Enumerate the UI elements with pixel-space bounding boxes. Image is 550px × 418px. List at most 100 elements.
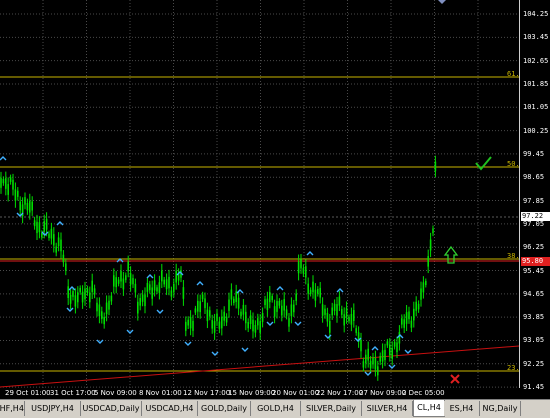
candle-body [129, 273, 132, 285]
candle-body [127, 261, 129, 272]
candle-body [2, 178, 5, 184]
chart-tab[interactable]: SILVER,Daily [301, 401, 362, 416]
candle-body [24, 197, 26, 205]
candle-body [307, 283, 309, 294]
candle-body [336, 304, 338, 316]
candle-body [122, 278, 125, 290]
price-tick-label: 93.05 [523, 336, 545, 345]
candle-body [324, 308, 326, 315]
chart-tab[interactable]: NG,Daily [480, 401, 521, 416]
candle-body [252, 319, 254, 332]
price-tick-label: 103.45 [523, 33, 549, 42]
time-axis-label: 15 Nov 09:00 [228, 389, 276, 397]
candle-body [266, 298, 269, 310]
candle-body [353, 310, 355, 321]
candle-body [93, 288, 96, 295]
price-tick-label: 100.25 [523, 126, 549, 135]
candle-body [60, 239, 62, 252]
candle-body [321, 304, 324, 316]
candle-body [79, 287, 81, 293]
price-chart[interactable] [0, 0, 519, 388]
candle-body [283, 299, 285, 311]
fractal-up-marker [0, 156, 7, 161]
candle-body [420, 288, 422, 300]
price-axis[interactable]: 104.25 103.45 102.65 101.85 101.05 100.25 99.4… [519, 0, 550, 392]
candle-body [429, 239, 432, 251]
candle-body [41, 232, 43, 238]
candle-body [295, 293, 297, 301]
fractal-up-marker [306, 251, 314, 256]
candle-body [389, 344, 391, 356]
chart-tab[interactable]: ES,H4 [444, 401, 480, 416]
fib-label-23-6: 23.6 [507, 364, 519, 372]
candle-body [139, 298, 141, 306]
chart-area[interactable]: 61.8 50.0 38.2 23.6 [0, 0, 519, 388]
time-axis-label: 20 Nov 01:00 [272, 389, 320, 397]
time-axis-label: 22 Nov 17:00 [316, 389, 364, 397]
candle-body [276, 301, 278, 312]
fib-label-38-2: 38.2 [507, 252, 519, 260]
time-axis-label: 8 Nov 01:00 [139, 389, 182, 397]
candle-body [158, 282, 161, 293]
candle-body [115, 277, 117, 288]
candle-body [163, 279, 165, 285]
candle-body [384, 349, 386, 360]
candle-body [305, 266, 307, 278]
candle-body [345, 307, 348, 318]
price-tick-label: 104.25 [523, 10, 549, 18]
candle-body [113, 275, 115, 287]
price-tick-label: 97.05 [523, 219, 545, 228]
candle-body [149, 284, 151, 291]
fractal-up-marker [371, 346, 379, 351]
candle-body [259, 321, 261, 333]
candle-body [369, 360, 372, 369]
candle-body [69, 294, 72, 304]
candle-body [14, 189, 17, 201]
candle-body [225, 316, 228, 323]
candle-body [7, 184, 9, 195]
candle-body [137, 301, 139, 314]
candle-body [221, 316, 223, 329]
candle-body [326, 312, 329, 322]
candle-body [86, 288, 89, 294]
candle-body [269, 292, 271, 303]
candle-body [5, 178, 7, 189]
fractal-up-marker [146, 274, 154, 279]
candle-body [168, 276, 170, 289]
price-tick-label: 96.25 [523, 243, 545, 252]
candle-body [67, 286, 69, 298]
candle-body [300, 259, 302, 269]
chart-tab[interactable]: USDCAD,H4 [142, 401, 198, 416]
price-tick-label: 98.65 [523, 173, 545, 182]
candle-body [386, 341, 389, 346]
time-axis-label: 29 Oct 01:00 [5, 389, 51, 397]
candle-body [62, 254, 65, 263]
candle-body [103, 316, 105, 325]
chart-tab[interactable]: GOLD,H4 [251, 401, 301, 416]
candle-body [365, 354, 367, 364]
chart-tab[interactable]: CHF,H4 [0, 401, 25, 416]
fractal-down-marker [184, 341, 192, 346]
candle-body [141, 294, 144, 302]
price-tick-label: 91.45 [523, 383, 545, 392]
current-price-tag: 97.22 [521, 212, 550, 221]
candle-body [218, 321, 221, 329]
fractal-up-marker [276, 286, 284, 291]
price-tick-label: 94.65 [523, 289, 545, 298]
candle-body [228, 299, 230, 311]
candle-body [101, 311, 103, 319]
fractal-up-marker [196, 281, 204, 286]
candle-body [153, 280, 156, 291]
candle-body [396, 342, 398, 353]
chart-tab[interactable]: SILVER,H4 [362, 401, 413, 416]
chart-tab[interactable]: CL,H4 [413, 400, 445, 417]
time-axis[interactable]: 29 Oct 01:00 31 Oct 17:00 5 Nov 09:00 8 Nov… [0, 388, 519, 399]
chart-tab[interactable]: USDJPY,H4 [25, 401, 81, 416]
chart-tab[interactable]: USDCAD,Daily [81, 401, 142, 416]
candle-body [362, 361, 365, 368]
candle-body [156, 287, 158, 292]
chart-tab[interactable]: GOLD,Daily [198, 401, 251, 416]
candle-body [65, 263, 67, 271]
scroll-marker-icon[interactable] [438, 0, 446, 4]
candle-body [372, 357, 374, 365]
